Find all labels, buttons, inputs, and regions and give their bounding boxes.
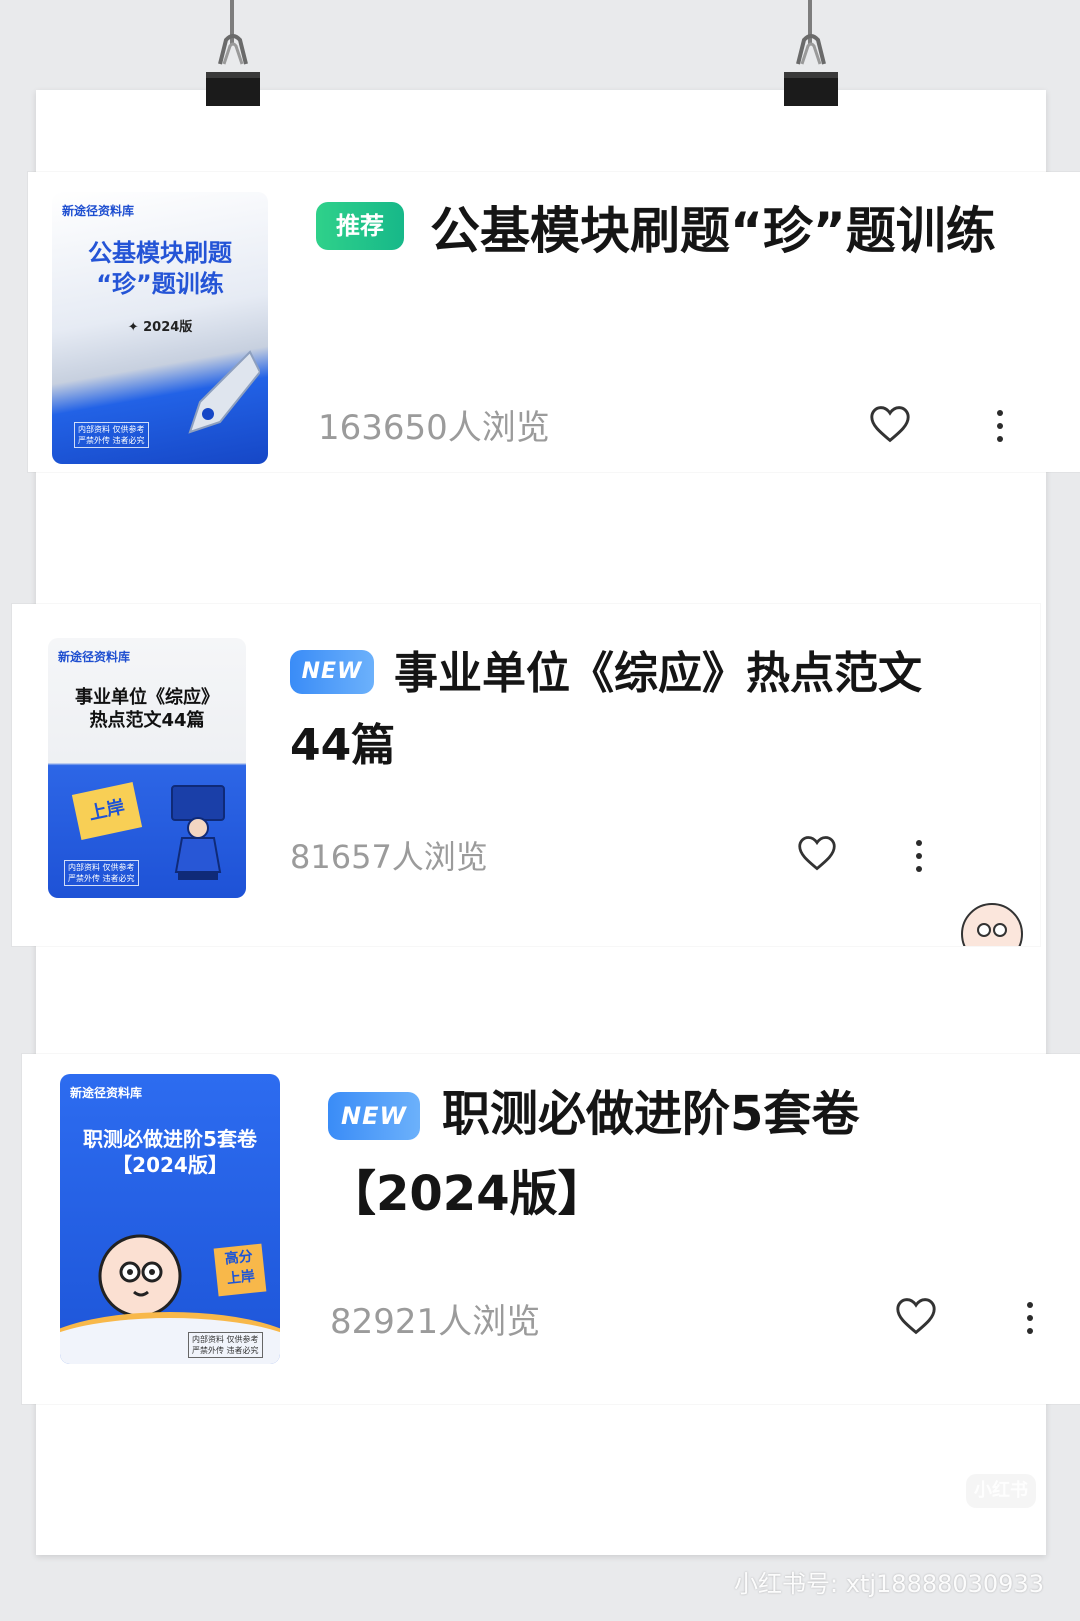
heart-icon[interactable]: [868, 404, 912, 444]
list-item[interactable]: 新途径资料库 公基模块刷题 “珍”题训练 ✦ 2024版 内部资料 仅供参考 严…: [28, 172, 1080, 472]
view-count: 163650人浏览: [318, 408, 550, 448]
cover-edition: ✦ 2024版: [127, 320, 193, 335]
cartoon-face-icon: [98, 1234, 182, 1318]
heart-icon[interactable]: [894, 1296, 938, 1336]
cover-image[interactable]: 新途径资料库 事业单位《综应》 热点范文44篇 上岸 内部资料 仅供参考 严禁外…: [48, 638, 246, 898]
cover-disclaimer: 内部资料 仅供参考 严禁外传 违者必究: [74, 422, 149, 448]
cover-title: 职测必做进阶5套卷 【2024版】: [83, 1127, 257, 1177]
cover-title: 公基模块刷题 “珍”题训练: [88, 239, 232, 299]
binder-clip-icon: [206, 34, 260, 106]
cover-disclaimer: 内部资料 仅供参考 严禁外传 违者必究: [188, 1332, 263, 1358]
pen-nib-icon: [188, 350, 260, 434]
watermark-logo: 小红书: [966, 1474, 1036, 1508]
cartoon-face-icon: [961, 903, 1023, 946]
more-vertical-icon[interactable]: [1026, 1302, 1034, 1341]
cover-title: 事业单位《综应》 热点范文44篇: [75, 687, 219, 732]
heart-icon[interactable]: [796, 834, 838, 872]
cover-brand: 新途径资料库: [62, 204, 135, 218]
more-vertical-icon[interactable]: [996, 410, 1004, 449]
list-item[interactable]: 新途径资料库 职测必做进阶5套卷 【2024版】 高分上岸 内部资料 仅供参考 …: [22, 1054, 1080, 1404]
more-vertical-icon[interactable]: [915, 840, 923, 879]
watermark-text: 小红书号: xtj18888030933: [734, 1570, 1044, 1598]
view-count: 82921人浏览: [330, 1302, 541, 1342]
cover-brand: 新途径资料库: [70, 1086, 143, 1100]
view-count: 81657人浏览: [290, 838, 488, 876]
item-title[interactable]: 公基模块刷题“珍”题训练: [316, 192, 1036, 270]
cover-image[interactable]: 新途径资料库 公基模块刷题 “珍”题训练 ✦ 2024版 内部资料 仅供参考 严…: [52, 192, 268, 464]
cover-tag: 高分上岸: [213, 1243, 267, 1297]
binder-clip-icon: [784, 34, 838, 106]
cover-disclaimer: 内部资料 仅供参考 严禁外传 违者必究: [64, 860, 139, 886]
list-item[interactable]: 新途径资料库 事业单位《综应》 热点范文44篇 上岸 内部资料 仅供参考 严禁外…: [12, 604, 1040, 946]
cover-sticker: 上岸: [71, 782, 143, 840]
item-title[interactable]: 职测必做进阶5套卷【2024版】: [328, 1074, 968, 1234]
cover-image[interactable]: 新途径资料库 职测必做进阶5套卷 【2024版】 高分上岸 内部资料 仅供参考 …: [60, 1074, 280, 1364]
cover-brand: 新途径资料库: [58, 650, 131, 664]
item-title[interactable]: 事业单位《综应》热点范文44篇: [290, 638, 940, 782]
person-reading-icon: [171, 785, 225, 880]
